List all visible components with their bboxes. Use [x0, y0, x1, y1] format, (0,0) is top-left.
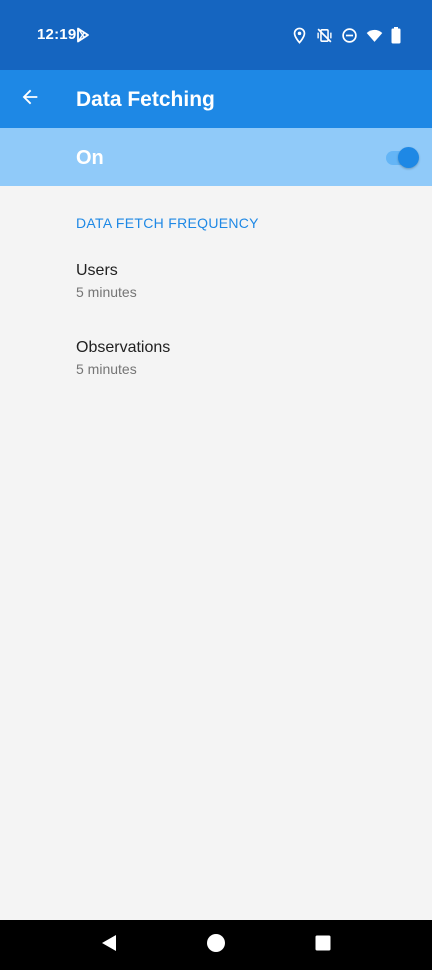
- toggle-thumb: [398, 147, 419, 168]
- preference-summary: 5 minutes: [76, 284, 137, 300]
- status-bar: 12:19: [0, 0, 432, 70]
- preference-summary: 5 minutes: [76, 361, 137, 377]
- nav-back-button[interactable]: [96, 932, 122, 958]
- do-not-disturb-icon: [341, 27, 358, 44]
- system-nav-bar: [0, 920, 432, 970]
- vibrate-off-icon: [316, 27, 333, 44]
- status-icons: [291, 26, 401, 44]
- data-fetching-toggle[interactable]: [386, 147, 420, 168]
- arrow-back-icon: [19, 86, 41, 113]
- battery-icon: [391, 26, 401, 44]
- preference-title: Observations: [76, 339, 171, 356]
- recents-icon: [314, 934, 332, 957]
- preference-title: Users: [76, 262, 118, 279]
- nav-recents-button[interactable]: [310, 932, 336, 958]
- nav-home-button[interactable]: [203, 932, 229, 958]
- section-header: DATA FETCH FREQUENCY: [76, 215, 259, 231]
- page-title: Data Fetching: [76, 88, 215, 111]
- status-time: 12:19: [37, 26, 77, 43]
- location-icon: [291, 27, 308, 44]
- back-button[interactable]: [14, 83, 46, 115]
- preference-users[interactable]: Users 5 minutes: [0, 260, 432, 330]
- master-switch-bar[interactable]: On: [0, 128, 432, 186]
- preference-observations[interactable]: Observations 5 minutes: [0, 337, 432, 407]
- app-bar: Data Fetching: [0, 70, 432, 128]
- home-icon: [206, 933, 226, 958]
- wifi-icon: [366, 27, 383, 44]
- back-icon: [99, 933, 119, 958]
- play-store-icon: [76, 27, 90, 43]
- master-switch-label: On: [76, 147, 104, 169]
